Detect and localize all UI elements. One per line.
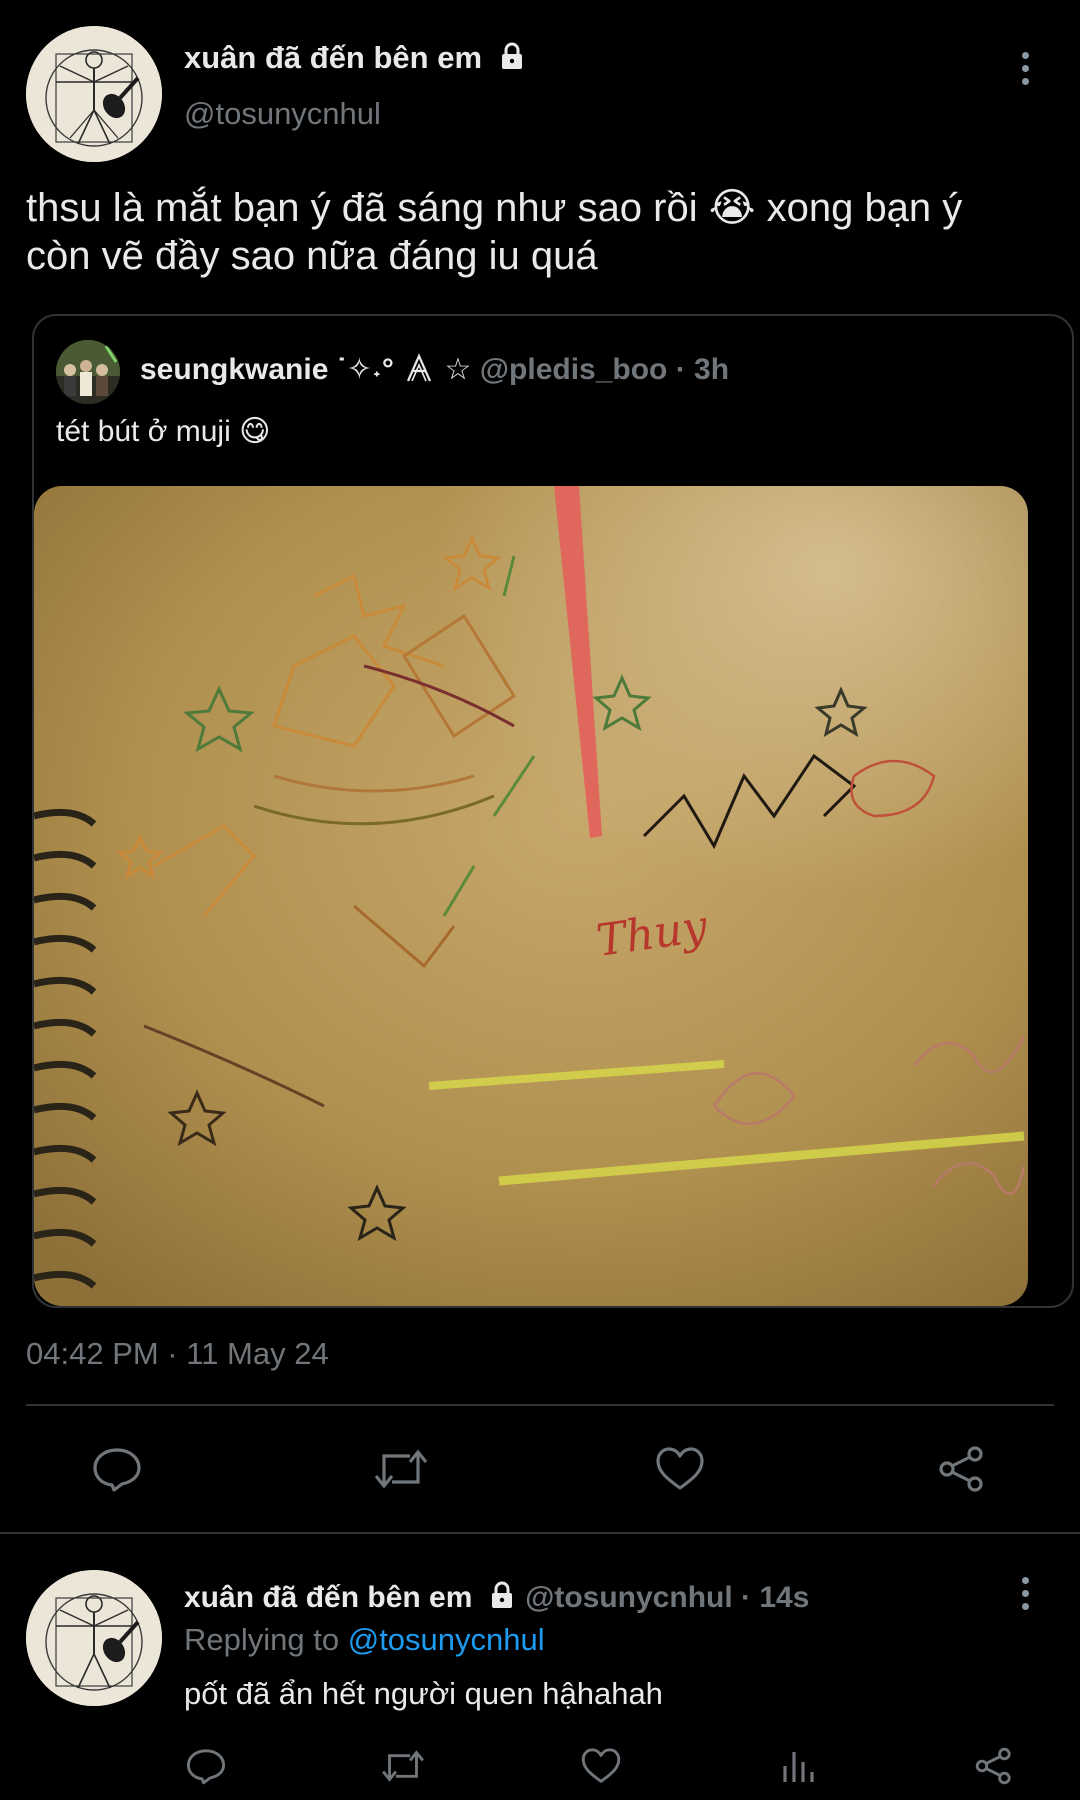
replying-to: Replying to @tosunycnhul	[184, 1622, 545, 1658]
share-icon	[939, 1446, 983, 1492]
analytics-icon	[783, 1752, 814, 1782]
lock-icon	[491, 1581, 512, 1608]
author-name-row[interactable]: xuân đã đến bên em	[184, 40, 527, 76]
vitruvian-guitar-image	[26, 1570, 162, 1706]
more-dot	[1021, 1576, 1029, 1584]
like-icon	[581, 1748, 621, 1783]
share-button[interactable]	[922, 1442, 1002, 1496]
tweet-timestamp[interactable]: 04:42 PM · 11 May 24	[26, 1336, 329, 1372]
more-dot	[1021, 51, 1029, 59]
reply-author-name[interactable]: xuân đã đến bên em	[184, 1581, 472, 1614]
vitruvian-guitar-image	[26, 26, 162, 162]
reply-icon	[93, 1448, 141, 1492]
like-button[interactable]	[640, 1442, 720, 1496]
reply-analytics-button[interactable]	[778, 1744, 818, 1788]
notebook-doodle-image: Thuy	[34, 486, 1028, 1306]
reply-like-button[interactable]	[578, 1744, 624, 1788]
tweet-text: thsu là mắt bạn ý đã sáng như sao rồi 😭 …	[26, 184, 1056, 280]
tweet-text-line: thsu là mắt bạn ý đã sáng như sao rồi 😭 …	[26, 186, 963, 230]
reply-retweet-button[interactable]	[378, 1744, 428, 1788]
reply-text: pốt đã ẩn hết người quen hậhahah	[184, 1676, 663, 1711]
quoted-author-name-suffix: ☆	[444, 353, 472, 386]
reply-more-options-button[interactable]	[1005, 1573, 1045, 1613]
quoted-author-name[interactable]: seungkwanie ˙✧˖°	[140, 353, 394, 386]
divider	[26, 1404, 1054, 1406]
replying-to-prefix: Replying to	[184, 1622, 340, 1657]
lock-icon	[501, 42, 522, 69]
reply-reply-button[interactable]	[184, 1744, 228, 1788]
badge-glyph-icon	[407, 353, 432, 382]
quoted-author-name-row[interactable]: seungkwanie ˙✧˖° ☆ @pledis_boo · 3h	[140, 352, 729, 387]
more-dot	[1021, 77, 1029, 85]
quoted-author-meta[interactable]: @pledis_boo · 3h	[480, 353, 729, 386]
quoted-tweet-text: tét bút ở muji 😋	[56, 415, 271, 448]
more-dot	[1021, 64, 1029, 72]
reply-share-button[interactable]	[972, 1744, 1016, 1788]
reply-button[interactable]	[76, 1442, 158, 1496]
more-dot	[1021, 1602, 1029, 1610]
more-options-button[interactable]	[1005, 48, 1045, 88]
retweet-icon	[374, 1449, 428, 1489]
quoted-tweet-card[interactable]: seungkwanie ˙✧˖° ☆ @pledis_boo · 3h tét …	[32, 314, 1074, 1308]
divider	[0, 1532, 1080, 1534]
reply-author-meta[interactable]: @tosunycnhul · 14s	[525, 1581, 809, 1614]
author-name[interactable]: xuân đã đến bên em	[184, 40, 482, 75]
tweet-text-line: còn vẽ đầy sao nữa đáng iu quá	[26, 234, 598, 278]
author-avatar[interactable]	[26, 26, 162, 162]
more-dot	[1021, 1589, 1029, 1597]
reply-author-row[interactable]: xuân đã đến bên em @tosunycnhul · 14s	[184, 1580, 809, 1615]
retweet-icon	[382, 1750, 424, 1782]
author-handle[interactable]: @tosunycnhul	[184, 96, 381, 132]
group-photo-image	[56, 340, 120, 404]
quoted-author-avatar[interactable]	[56, 340, 120, 404]
retweet-button[interactable]	[358, 1442, 444, 1496]
quoted-tweet-photo[interactable]: Thuy	[34, 486, 1028, 1306]
like-icon	[656, 1447, 704, 1490]
reply-icon	[186, 1749, 226, 1785]
share-icon	[975, 1747, 1011, 1785]
replying-to-handle-link[interactable]: @tosunycnhul	[348, 1622, 545, 1657]
reply-author-avatar[interactable]	[26, 1570, 162, 1706]
